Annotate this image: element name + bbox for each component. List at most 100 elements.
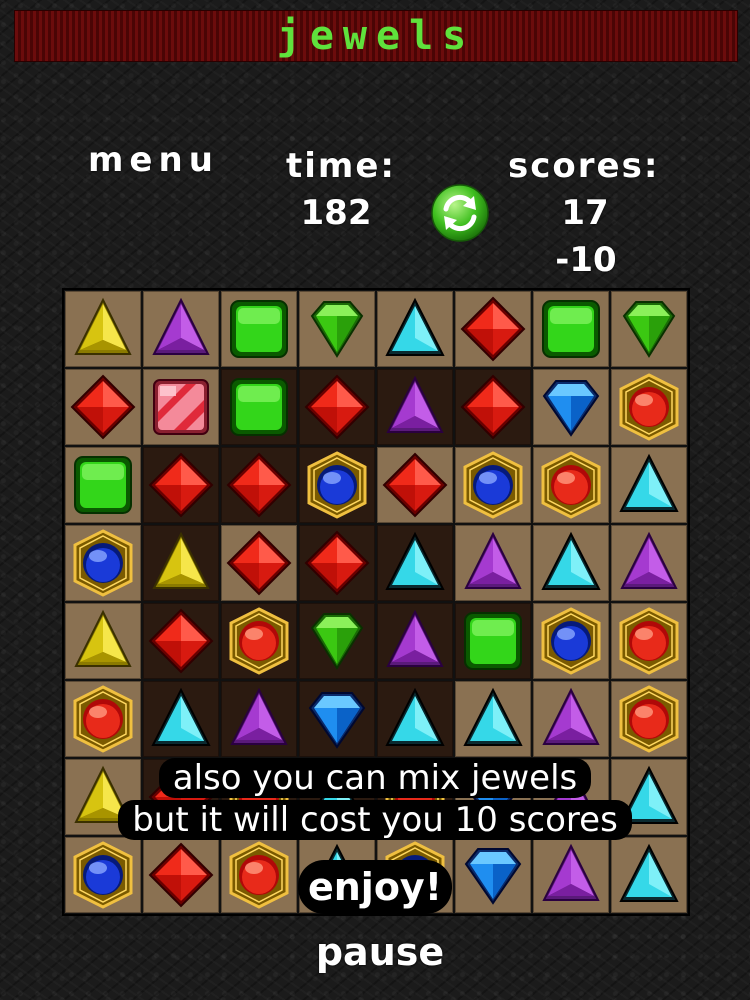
board-cell[interactable] — [377, 369, 453, 445]
red-orb-icon — [541, 451, 601, 519]
blue-diamond-icon — [464, 770, 522, 827]
board-cell[interactable] — [221, 291, 297, 367]
board-cell[interactable] — [299, 759, 375, 835]
red-orb-icon — [619, 373, 679, 441]
score-delta: -10 — [555, 240, 617, 280]
refresh-icon[interactable] — [430, 183, 490, 243]
board-cell[interactable] — [533, 759, 609, 835]
board-cell[interactable] — [533, 369, 609, 445]
board-cell[interactable] — [455, 837, 531, 913]
green-diamond-icon — [622, 301, 676, 358]
board-cell[interactable] — [299, 447, 375, 523]
board-cell[interactable] — [455, 759, 531, 835]
menu-button[interactable]: menu — [88, 140, 218, 180]
purple-triangle-icon — [620, 531, 678, 589]
board-cell[interactable] — [299, 291, 375, 367]
board-cell[interactable] — [221, 525, 297, 601]
board-cell[interactable] — [65, 603, 141, 679]
board-cell[interactable] — [221, 837, 297, 913]
board-cell[interactable] — [533, 447, 609, 523]
board-cell[interactable] — [533, 603, 609, 679]
yellow-triangle-icon — [74, 765, 132, 823]
pause-button[interactable]: pause — [300, 930, 460, 974]
board-cell[interactable] — [143, 759, 219, 835]
score-label: scores: — [508, 146, 660, 186]
board-cell[interactable] — [611, 681, 687, 757]
board-cell[interactable] — [611, 369, 687, 445]
board-cell[interactable] — [611, 837, 687, 913]
yellow-triangle-icon — [152, 531, 210, 589]
red-rhombus-icon — [460, 374, 526, 440]
red-orb-icon — [619, 607, 679, 675]
board-cell[interactable] — [611, 291, 687, 367]
board-cell[interactable] — [143, 603, 219, 679]
board-cell[interactable] — [377, 759, 453, 835]
board-cell[interactable] — [143, 837, 219, 913]
cyan-triangle-icon — [385, 687, 445, 746]
board-cell[interactable] — [533, 837, 609, 913]
board-cell[interactable] — [299, 369, 375, 445]
board-cell[interactable] — [143, 447, 219, 523]
board-cell[interactable] — [65, 681, 141, 757]
board-cell[interactable] — [377, 291, 453, 367]
board-cell[interactable] — [533, 681, 609, 757]
green-square-icon — [230, 300, 288, 358]
green-square-icon — [230, 378, 288, 436]
board-cell[interactable] — [611, 525, 687, 601]
time-label: time: — [286, 146, 396, 186]
green-square-icon — [74, 456, 132, 514]
board-cell[interactable] — [377, 837, 453, 913]
board-cell[interactable] — [221, 369, 297, 445]
board-cell[interactable] — [455, 603, 531, 679]
board-cell[interactable] — [143, 681, 219, 757]
board-cell[interactable] — [611, 447, 687, 523]
purple-triangle-icon — [464, 531, 522, 589]
green-diamond-icon — [310, 613, 364, 670]
board-cell[interactable] — [299, 837, 375, 913]
red-rhombus-icon — [148, 608, 214, 674]
board-cell[interactable] — [377, 681, 453, 757]
cyan-triangle-icon — [151, 687, 211, 746]
board-cell[interactable] — [299, 525, 375, 601]
cyan-triangle-icon — [385, 531, 445, 590]
board-cell[interactable] — [221, 681, 297, 757]
red-rhombus-icon — [148, 764, 214, 830]
board-cell[interactable] — [377, 603, 453, 679]
board-cell[interactable] — [611, 603, 687, 679]
board-cell[interactable] — [143, 369, 219, 445]
board-cell[interactable] — [65, 447, 141, 523]
board-cell[interactable] — [65, 837, 141, 913]
board-cell[interactable] — [221, 759, 297, 835]
blue-diamond-icon — [464, 848, 522, 905]
board-cell[interactable] — [143, 525, 219, 601]
board-cell[interactable] — [455, 369, 531, 445]
board-cell[interactable] — [611, 759, 687, 835]
red-rhombus-icon — [148, 452, 214, 518]
board-cell[interactable] — [533, 525, 609, 601]
board-cell[interactable] — [65, 525, 141, 601]
purple-triangle-icon — [386, 609, 444, 667]
board-cell[interactable] — [65, 759, 141, 835]
time-value: 182 — [300, 193, 372, 233]
blue-orb-icon — [73, 529, 133, 597]
board-cell[interactable] — [455, 291, 531, 367]
blue-diamond-icon — [308, 692, 366, 749]
green-square-icon — [542, 300, 600, 358]
board-cell[interactable] — [377, 447, 453, 523]
blue-orb-icon — [307, 451, 367, 519]
board-cell[interactable] — [65, 291, 141, 367]
board-cell[interactable] — [455, 525, 531, 601]
board-cell[interactable] — [455, 447, 531, 523]
board-cell[interactable] — [455, 681, 531, 757]
purple-triangle-icon — [542, 687, 600, 745]
cyan-triangle-icon — [619, 765, 679, 824]
board-cell[interactable] — [221, 603, 297, 679]
board-cell[interactable] — [299, 681, 375, 757]
board-cell[interactable] — [143, 291, 219, 367]
board-cell[interactable] — [299, 603, 375, 679]
board-cell[interactable] — [533, 291, 609, 367]
cyan-triangle-icon — [463, 687, 523, 746]
board-cell[interactable] — [65, 369, 141, 445]
board-cell[interactable] — [377, 525, 453, 601]
board-cell[interactable] — [221, 447, 297, 523]
